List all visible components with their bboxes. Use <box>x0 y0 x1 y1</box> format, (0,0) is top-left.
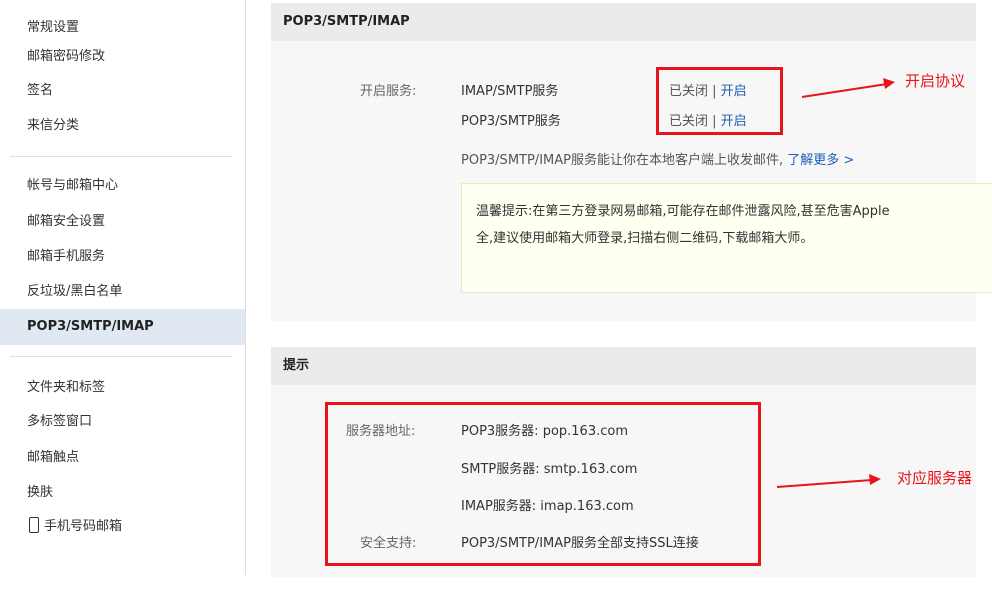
arrow-icon <box>801 78 895 98</box>
sidebar-item-general-settings[interactable]: 常规设置 <box>0 12 245 44</box>
sidebar-item-password-change[interactable]: 邮箱密码修改 <box>0 41 245 73</box>
sidebar-item-multi-tab[interactable]: 多标签窗口 <box>0 406 245 438</box>
sidebar-item-account-center[interactable]: 帐号与邮箱中心 <box>0 170 245 202</box>
sidebar-divider <box>10 356 232 357</box>
sidebar-item-security-settings[interactable]: 邮箱安全设置 <box>0 206 245 238</box>
arrow-icon <box>776 474 881 488</box>
main-content: POP3/SMTP/IMAP 开启服务: IMAP/SMTP服务 已关闭 | 开… <box>247 0 992 603</box>
annotation-server: 对应服务器 <box>897 469 973 487</box>
sidebar-item-skin[interactable]: 换肤 <box>0 477 245 509</box>
settings-sidebar: 常规设置 邮箱密码修改 签名 来信分类 帐号与邮箱中心 邮箱安全设置 邮箱手机服… <box>0 0 246 575</box>
phone-icon <box>29 517 39 533</box>
sidebar-item-folders-tags[interactable]: 文件夹和标签 <box>0 372 245 404</box>
sidebar-item-signature[interactable]: 签名 <box>0 75 245 107</box>
sidebar-divider <box>10 156 232 157</box>
sidebar-item-mobile-service[interactable]: 邮箱手机服务 <box>0 241 245 273</box>
sidebar-item-label: 手机号码邮箱 <box>44 519 123 534</box>
annotation-arrows <box>776 78 895 488</box>
sidebar-item-phone-mailbox[interactable]: 手机号码邮箱 <box>0 511 245 543</box>
sidebar-item-antispam[interactable]: 反垃圾/黑白名单 <box>0 276 245 308</box>
sidebar-item-pop3-smtp-imap[interactable]: POP3/SMTP/IMAP <box>0 309 245 345</box>
sidebar-item-mail-classification[interactable]: 来信分类 <box>0 110 245 142</box>
sidebar-item-mail-contact[interactable]: 邮箱触点 <box>0 442 245 474</box>
annotation-enable-protocol: 开启协议 <box>905 72 966 90</box>
